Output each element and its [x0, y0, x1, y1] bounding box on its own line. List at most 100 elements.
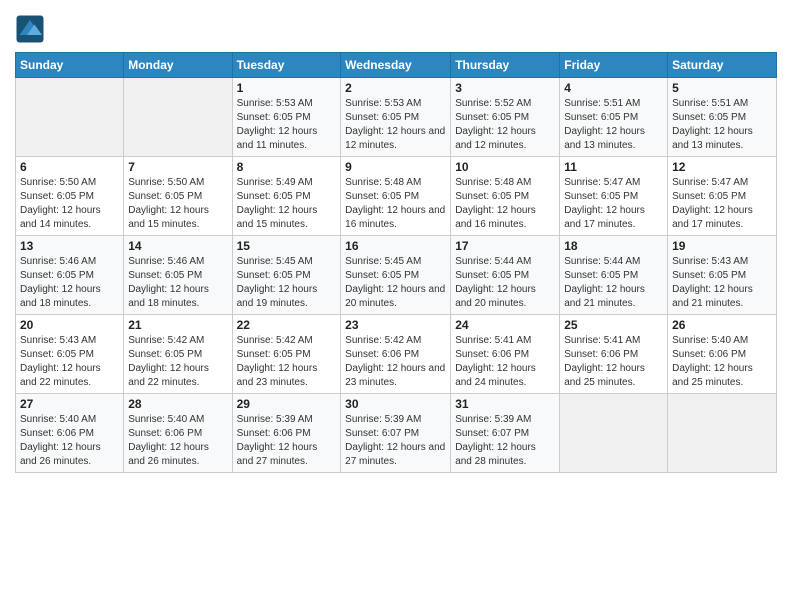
calendar-cell: 22 Sunrise: 5:42 AM Sunset: 6:05 PM Dayli…	[232, 315, 341, 394]
calendar-cell: 9 Sunrise: 5:48 AM Sunset: 6:05 PM Daylig…	[341, 157, 451, 236]
day-number: 21	[128, 318, 227, 332]
calendar-cell	[560, 394, 668, 473]
calendar-cell: 14Sunrise: 5:46 AM Sunset: 6:05 PM Dayli…	[124, 236, 232, 315]
calendar-cell: 18 Sunrise: 5:44 AM Sunset: 6:05 PM Dayli…	[560, 236, 668, 315]
calendar-cell: 24 Sunrise: 5:41 AM Sunset: 6:06 PM Dayli…	[451, 315, 560, 394]
calendar-cell: 6 Sunrise: 5:50 AM Sunset: 6:05 PM Daylig…	[16, 157, 124, 236]
day-number: 24	[455, 318, 555, 332]
day-number: 26	[672, 318, 772, 332]
day-number: 10	[455, 160, 555, 174]
weekday-header: Sunday	[16, 53, 124, 78]
day-info: Sunrise: 5:39 AM Sunset: 6:07 PM Dayligh…	[345, 413, 446, 469]
calendar-cell: 1 Sunrise: 5:53 AM Sunset: 6:05 PM Daylig…	[232, 78, 341, 157]
calendar-cell: 28Sunrise: 5:40 AM Sunset: 6:06 PM Dayli…	[124, 394, 232, 473]
day-info: Sunrise: 5:47 AM Sunset: 6:05 PM Dayligh…	[672, 176, 772, 232]
day-number: 1	[237, 81, 337, 95]
day-info: Sunrise: 5:52 AM Sunset: 6:05 PM Dayligh…	[455, 97, 555, 153]
calendar-cell: 5 Sunrise: 5:51 AM Sunset: 6:05 PM Daylig…	[668, 78, 777, 157]
weekday-header: Tuesday	[232, 53, 341, 78]
calendar-cell: 12 Sunrise: 5:47 AM Sunset: 6:05 PM Dayli…	[668, 157, 777, 236]
calendar-cell: 11 Sunrise: 5:47 AM Sunset: 6:05 PM Dayli…	[560, 157, 668, 236]
calendar-cell: 10Sunrise: 5:48 AM Sunset: 6:05 PM Dayli…	[451, 157, 560, 236]
weekday-header: Thursday	[451, 53, 560, 78]
day-number: 4	[564, 81, 663, 95]
calendar-week-row: 6 Sunrise: 5:50 AM Sunset: 6:05 PM Daylig…	[16, 157, 777, 236]
day-info: Sunrise: 5:45 AM Sunset: 6:05 PM Dayligh…	[237, 255, 337, 311]
day-number: 8	[237, 160, 337, 174]
calendar-cell	[668, 394, 777, 473]
day-info: Sunrise: 5:44 AM Sunset: 6:05 PM Dayligh…	[564, 255, 663, 311]
calendar-cell: 21 Sunrise: 5:42 AM Sunset: 6:05 PM Dayli…	[124, 315, 232, 394]
day-number: 9	[345, 160, 446, 174]
weekday-header: Wednesday	[341, 53, 451, 78]
day-info: Sunrise: 5:46 AM Sunset: 6:05 PM Dayligh…	[128, 255, 227, 311]
day-number: 19	[672, 239, 772, 253]
day-info: Sunrise: 5:44 AM Sunset: 6:05 PM Dayligh…	[455, 255, 555, 311]
day-number: 3	[455, 81, 555, 95]
weekday-header: Saturday	[668, 53, 777, 78]
day-info: Sunrise: 5:51 AM Sunset: 6:05 PM Dayligh…	[672, 97, 772, 153]
day-info: Sunrise: 5:40 AM Sunset: 6:06 PM Dayligh…	[128, 413, 227, 469]
day-number: 7	[128, 160, 227, 174]
day-number: 5	[672, 81, 772, 95]
day-number: 23	[345, 318, 446, 332]
logo	[15, 14, 47, 44]
weekday-header: Friday	[560, 53, 668, 78]
calendar-cell: 17Sunrise: 5:44 AM Sunset: 6:05 PM Dayli…	[451, 236, 560, 315]
day-number: 16	[345, 239, 446, 253]
calendar-cell: 23 Sunrise: 5:42 AM Sunset: 6:06 PM Dayli…	[341, 315, 451, 394]
calendar-cell	[124, 78, 232, 157]
day-number: 25	[564, 318, 663, 332]
calendar-cell: 7 Sunrise: 5:50 AM Sunset: 6:05 PM Daylig…	[124, 157, 232, 236]
day-info: Sunrise: 5:43 AM Sunset: 6:05 PM Dayligh…	[20, 334, 119, 390]
day-number: 11	[564, 160, 663, 174]
calendar-cell: 13 Sunrise: 5:46 AM Sunset: 6:05 PM Dayli…	[16, 236, 124, 315]
calendar-cell: 29Sunrise: 5:39 AM Sunset: 6:06 PM Dayli…	[232, 394, 341, 473]
day-info: Sunrise: 5:40 AM Sunset: 6:06 PM Dayligh…	[20, 413, 119, 469]
logo-icon	[15, 14, 45, 44]
day-number: 12	[672, 160, 772, 174]
day-number: 13	[20, 239, 119, 253]
day-number: 29	[237, 397, 337, 411]
header-row: SundayMondayTuesdayWednesdayThursdayFrid…	[16, 53, 777, 78]
day-number: 18	[564, 239, 663, 253]
day-info: Sunrise: 5:42 AM Sunset: 6:05 PM Dayligh…	[128, 334, 227, 390]
calendar-cell: 27Sunrise: 5:40 AM Sunset: 6:06 PM Dayli…	[16, 394, 124, 473]
calendar-cell: 30 Sunrise: 5:39 AM Sunset: 6:07 PM Dayli…	[341, 394, 451, 473]
day-number: 30	[345, 397, 446, 411]
calendar-week-row: 13 Sunrise: 5:46 AM Sunset: 6:05 PM Dayli…	[16, 236, 777, 315]
day-info: Sunrise: 5:53 AM Sunset: 6:05 PM Dayligh…	[237, 97, 337, 153]
calendar-cell: 31Sunrise: 5:39 AM Sunset: 6:07 PM Dayli…	[451, 394, 560, 473]
day-info: Sunrise: 5:51 AM Sunset: 6:05 PM Dayligh…	[564, 97, 663, 153]
calendar-week-row: 1 Sunrise: 5:53 AM Sunset: 6:05 PM Daylig…	[16, 78, 777, 157]
weekday-header: Monday	[124, 53, 232, 78]
day-info: Sunrise: 5:48 AM Sunset: 6:05 PM Dayligh…	[345, 176, 446, 232]
day-number: 6	[20, 160, 119, 174]
day-number: 2	[345, 81, 446, 95]
day-info: Sunrise: 5:47 AM Sunset: 6:05 PM Dayligh…	[564, 176, 663, 232]
day-info: Sunrise: 5:53 AM Sunset: 6:05 PM Dayligh…	[345, 97, 446, 153]
day-info: Sunrise: 5:42 AM Sunset: 6:05 PM Dayligh…	[237, 334, 337, 390]
day-number: 20	[20, 318, 119, 332]
calendar-cell: 25Sunrise: 5:41 AM Sunset: 6:06 PM Dayli…	[560, 315, 668, 394]
day-info: Sunrise: 5:46 AM Sunset: 6:05 PM Dayligh…	[20, 255, 119, 311]
day-info: Sunrise: 5:41 AM Sunset: 6:06 PM Dayligh…	[455, 334, 555, 390]
day-info: Sunrise: 5:39 AM Sunset: 6:07 PM Dayligh…	[455, 413, 555, 469]
day-number: 15	[237, 239, 337, 253]
calendar-cell: 8 Sunrise: 5:49 AM Sunset: 6:05 PM Daylig…	[232, 157, 341, 236]
day-number: 22	[237, 318, 337, 332]
day-info: Sunrise: 5:40 AM Sunset: 6:06 PM Dayligh…	[672, 334, 772, 390]
day-info: Sunrise: 5:49 AM Sunset: 6:05 PM Dayligh…	[237, 176, 337, 232]
calendar-cell: 20 Sunrise: 5:43 AM Sunset: 6:05 PM Dayli…	[16, 315, 124, 394]
calendar-header: SundayMondayTuesdayWednesdayThursdayFrid…	[16, 53, 777, 78]
day-info: Sunrise: 5:50 AM Sunset: 6:05 PM Dayligh…	[128, 176, 227, 232]
calendar-cell: 15 Sunrise: 5:45 AM Sunset: 6:05 PM Dayli…	[232, 236, 341, 315]
day-info: Sunrise: 5:50 AM Sunset: 6:05 PM Dayligh…	[20, 176, 119, 232]
calendar-week-row: 27Sunrise: 5:40 AM Sunset: 6:06 PM Dayli…	[16, 394, 777, 473]
day-info: Sunrise: 5:45 AM Sunset: 6:05 PM Dayligh…	[345, 255, 446, 311]
calendar-cell: 26 Sunrise: 5:40 AM Sunset: 6:06 PM Dayli…	[668, 315, 777, 394]
day-info: Sunrise: 5:43 AM Sunset: 6:05 PM Dayligh…	[672, 255, 772, 311]
calendar-cell	[16, 78, 124, 157]
header	[15, 10, 777, 44]
day-info: Sunrise: 5:42 AM Sunset: 6:06 PM Dayligh…	[345, 334, 446, 390]
